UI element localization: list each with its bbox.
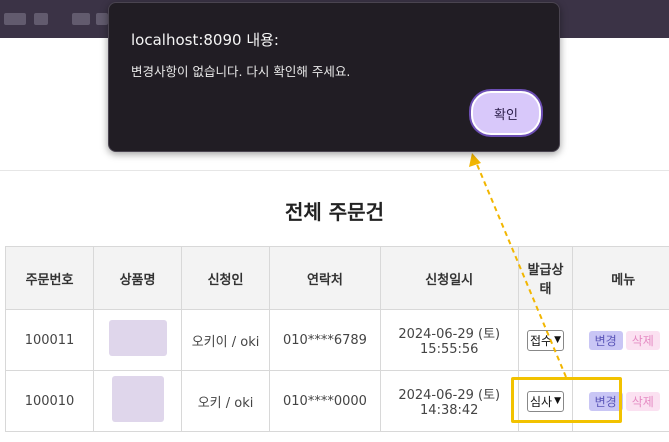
header-applicant: 신청인	[181, 246, 271, 310]
highlight-box	[511, 377, 622, 423]
status-select-value: 접수	[530, 333, 553, 348]
status-cell: 접수 ▼	[517, 309, 574, 371]
header-date: 신청일시	[379, 246, 519, 310]
order-no-cell: 100011	[4, 309, 95, 371]
table-header-row: 주문번호 상품명 신청인 연락처 신청일시 발급상태 메뉴	[4, 246, 669, 310]
alert-dialog: localhost:8090 내용: 변경사항이 없습니다. 다시 확인해 주세…	[108, 2, 560, 152]
dialog-message: 변경사항이 없습니다. 다시 확인해 주세요.	[131, 64, 351, 79]
chevron-down-icon: ▼	[554, 335, 562, 345]
ok-button[interactable]: 확인	[471, 91, 541, 135]
header-phone: 연락처	[269, 246, 381, 310]
dialog-title: localhost:8090 내용:	[131, 31, 279, 49]
menu-cell: 변경 삭제	[572, 309, 669, 371]
date-text: 2024-06-29 (토)	[398, 327, 501, 342]
table-row: 100011 오키이 / oki 010****6789 2024-06-29 …	[4, 309, 669, 371]
header-product: 상품명	[93, 246, 183, 310]
product-cell	[93, 309, 183, 371]
blurred-logo	[96, 13, 108, 25]
applicant-cell: 오키이 / oki	[181, 309, 271, 371]
date-text: 2024-06-29 (토)	[398, 388, 501, 403]
delete-button[interactable]: 삭제	[625, 391, 660, 411]
blurred-logo	[34, 13, 48, 25]
applicant-cell: 오키 / oki	[181, 370, 271, 432]
product-cell	[93, 370, 183, 432]
page-title: 전체 주문건	[285, 200, 384, 224]
header-status: 발급상태	[517, 246, 574, 310]
blurred-logo	[4, 13, 26, 25]
date-cell: 2024-06-29 (토) 14:38:42	[379, 370, 519, 432]
status-select[interactable]: 접수 ▼	[527, 329, 565, 351]
blurred-product-image	[108, 320, 167, 356]
change-button[interactable]: 변경	[588, 330, 623, 350]
time-text: 15:55:56	[420, 342, 479, 357]
blurred-product-image	[111, 376, 164, 422]
order-no-cell: 100010	[4, 370, 95, 432]
time-text: 14:38:42	[420, 403, 479, 418]
phone-cell: 010****0000	[269, 370, 381, 432]
delete-button[interactable]: 삭제	[625, 330, 660, 350]
blurred-logo	[72, 13, 90, 25]
header-order-no: 주문번호	[4, 246, 95, 310]
phone-cell: 010****6789	[269, 309, 381, 371]
date-cell: 2024-06-29 (토) 15:55:56	[379, 309, 519, 371]
header-menu: 메뉴	[572, 246, 669, 310]
